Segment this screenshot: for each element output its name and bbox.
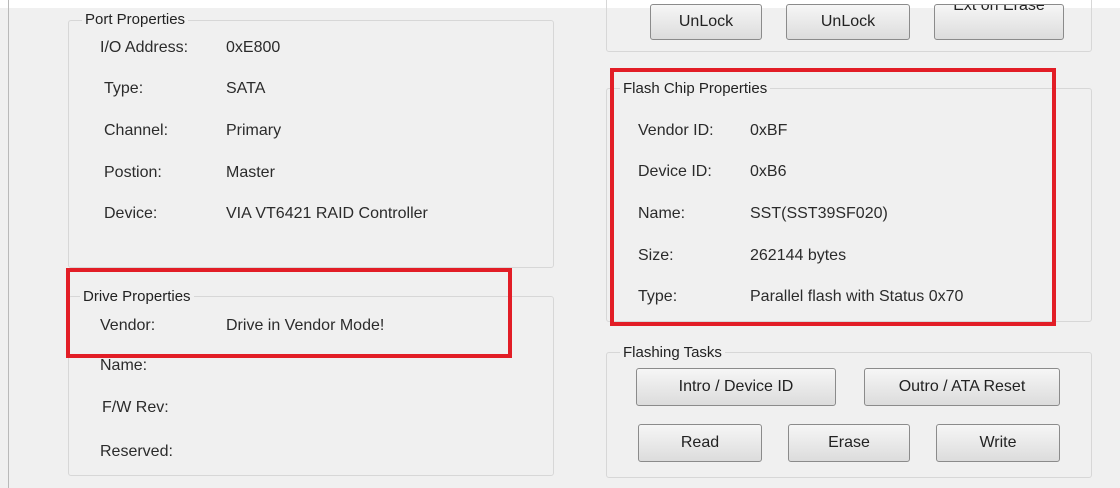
flashing-tasks-title: Flashing Tasks bbox=[620, 344, 725, 362]
unlock-button-2-label: UnLock bbox=[820, 13, 876, 30]
unlock-button-1-label: UnLock bbox=[678, 13, 734, 30]
read-button-label: Read bbox=[680, 434, 720, 451]
chip-type-label: Type: bbox=[638, 288, 678, 305]
drive-name-label: Name: bbox=[100, 357, 148, 374]
vendor-value: Drive in Vendor Mode! bbox=[226, 317, 385, 334]
chip-size-value: 262144 bytes bbox=[750, 247, 847, 264]
fw-rev-label: F/W Rev: bbox=[102, 399, 169, 416]
vendor-label: Vendor: bbox=[100, 317, 156, 334]
reserved-label: Reserved: bbox=[100, 443, 173, 460]
outro-ata-reset-label: Outro / ATA Reset bbox=[898, 378, 1026, 395]
intro-device-id-button[interactable]: Intro / Device ID bbox=[636, 368, 836, 406]
vendor-id-value: 0xBF bbox=[750, 122, 788, 139]
ext-on-erase-label: Ext on Erase bbox=[953, 4, 1045, 14]
flash-chip-title: Flash Chip Properties bbox=[620, 80, 771, 98]
io-address-value: 0xE800 bbox=[226, 39, 281, 56]
port-type-value: SATA bbox=[226, 80, 266, 97]
read-button[interactable]: Read bbox=[638, 424, 762, 462]
drive-properties-title: Drive Properties bbox=[80, 288, 194, 306]
device-label: Device: bbox=[104, 205, 158, 222]
window-left-border bbox=[8, 0, 9, 488]
erase-button-label: Erase bbox=[828, 434, 870, 451]
unlock-button-2[interactable]: UnLock bbox=[786, 4, 910, 40]
device-id-value: 0xB6 bbox=[750, 163, 787, 180]
erase-button[interactable]: Erase bbox=[788, 424, 910, 462]
chip-name-label: Name: bbox=[638, 205, 686, 222]
chip-type-value: Parallel flash with Status 0x70 bbox=[750, 288, 964, 305]
position-label: Postion: bbox=[104, 164, 162, 181]
outro-ata-reset-button[interactable]: Outro / ATA Reset bbox=[864, 368, 1060, 406]
write-button[interactable]: Write bbox=[936, 424, 1060, 462]
chip-name-value: SST(SST39SF020) bbox=[750, 205, 888, 222]
port-properties-title: Port Properties bbox=[82, 11, 189, 29]
channel-label: Channel: bbox=[104, 122, 169, 139]
device-id-label: Device ID: bbox=[638, 163, 712, 180]
vendor-id-label: Vendor ID: bbox=[638, 122, 714, 139]
chip-size-label: Size: bbox=[638, 247, 674, 264]
ext-on-erase-button[interactable]: Ext on Erase bbox=[934, 4, 1064, 40]
intro-device-id-label: Intro / Device ID bbox=[678, 378, 794, 395]
device-value: VIA VT6421 RAID Controller bbox=[226, 205, 428, 222]
io-address-label: I/O Address: bbox=[100, 39, 189, 56]
port-type-label: Type: bbox=[104, 80, 144, 97]
position-value: Master bbox=[226, 164, 275, 181]
write-button-label: Write bbox=[979, 434, 1017, 451]
unlock-button-1[interactable]: UnLock bbox=[650, 4, 762, 40]
channel-value: Primary bbox=[226, 122, 282, 139]
